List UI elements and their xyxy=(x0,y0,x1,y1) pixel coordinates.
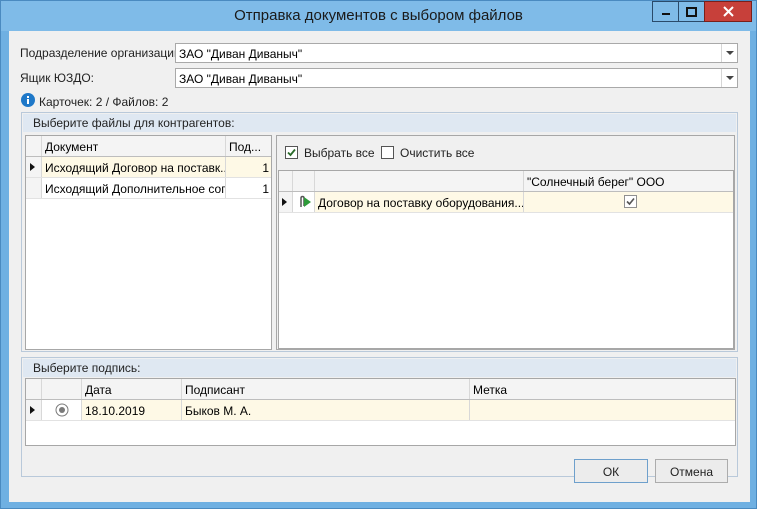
signature-row[interactable]: 18.10.2019 Быков М. А. xyxy=(26,400,735,421)
file-name: Договор на поставку оборудования.... xyxy=(315,192,524,212)
documents-grid[interactable]: Документ Под... Исходящий Договор на пос… xyxy=(25,135,272,350)
clear-all-checkbox[interactable] xyxy=(381,146,394,159)
row-pointer-icon xyxy=(30,406,35,414)
row-pointer xyxy=(279,192,293,212)
document-name: Исходящий Дополнительное сог... xyxy=(42,178,226,198)
files-group-title: Выберите файлы для контрагентов: xyxy=(23,114,736,132)
title-bar[interactable]: Отправка документов с выбором файлов xyxy=(1,1,756,31)
column-header-icon xyxy=(293,171,315,191)
column-header-file xyxy=(315,171,524,191)
row-pointer-icon xyxy=(30,163,35,171)
column-header-count[interactable]: Под... xyxy=(226,136,271,156)
maximize-button[interactable] xyxy=(678,1,705,22)
document-count: 1 xyxy=(262,182,269,196)
files-pane: Выбрать все Очистить все "Солнечный бере… xyxy=(276,135,735,350)
mailbox-label: Ящик ЮЗДО: xyxy=(20,71,94,85)
file-row[interactable]: Договор на поставку оборудования.... xyxy=(279,192,733,213)
contractor-file-checkbox[interactable] xyxy=(624,195,637,208)
column-header-date[interactable]: Дата xyxy=(82,379,182,399)
minimize-icon xyxy=(661,12,670,15)
signature-signer: Быков М. А. xyxy=(182,400,470,420)
department-value: ЗАО "Диван Диваныч" xyxy=(179,47,303,61)
column-header-signer[interactable]: Подписант xyxy=(182,379,470,399)
maximize-icon xyxy=(686,6,697,17)
document-count: 1 xyxy=(226,157,271,177)
column-header-mark[interactable]: Метка xyxy=(470,379,735,399)
dropdown-arrow-icon xyxy=(725,75,734,80)
files-grid[interactable]: "Солнечный берег" ООО Договор на поставк… xyxy=(278,170,734,349)
department-combo[interactable]: ЗАО "Диван Диваныч" xyxy=(175,43,738,63)
document-row[interactable]: Исходящий Договор на поставк... 1 xyxy=(26,157,271,178)
checkmark-icon xyxy=(626,197,635,206)
close-button[interactable] xyxy=(704,1,752,22)
mailbox-combo[interactable]: ЗАО "Диван Диваныч" xyxy=(175,68,738,88)
contractor-file-cell[interactable] xyxy=(524,192,733,212)
document-row[interactable]: Исходящий Дополнительное сог... 1 xyxy=(26,178,271,199)
files-header: "Солнечный берег" ООО xyxy=(279,171,733,192)
signature-header: Дата Подписант Метка xyxy=(26,379,735,400)
department-dropdown-button[interactable] xyxy=(721,44,737,62)
ok-button[interactable]: ОК xyxy=(574,459,648,483)
attachment-icon xyxy=(300,195,311,207)
signature-group-title: Выберите подпись: xyxy=(23,359,736,377)
dialog-content: Подразделение организации: ЗАО "Диван Ди… xyxy=(9,31,750,502)
signature-radio-cell[interactable] xyxy=(42,400,82,420)
clear-all-label[interactable]: Очистить все xyxy=(400,146,474,160)
select-all-checkbox[interactable] xyxy=(285,146,298,159)
row-pointer xyxy=(26,400,42,420)
checkmark-icon xyxy=(287,148,296,157)
row-pointer-icon xyxy=(282,198,287,206)
files-group: Выберите файлы для контрагентов: Докумен… xyxy=(21,112,738,352)
dialog-window: Отправка документов с выбором файлов Под… xyxy=(0,0,757,509)
close-icon xyxy=(722,6,734,17)
department-label: Подразделение организации: xyxy=(20,46,185,60)
column-header-document[interactable]: Документ xyxy=(42,136,226,156)
radio-icon[interactable] xyxy=(55,403,69,417)
dropdown-arrow-icon xyxy=(725,50,734,55)
row-pointer xyxy=(26,157,42,177)
document-name: Исходящий Договор на поставк... xyxy=(42,157,226,177)
signature-grid[interactable]: Дата Подписант Метка 18.10.2019 Быков М.… xyxy=(25,378,736,446)
signature-date: 18.10.2019 xyxy=(82,400,182,420)
file-icon-cell xyxy=(293,192,315,212)
info-icon xyxy=(21,93,35,107)
window-title: Отправка документов с выбором файлов xyxy=(234,7,523,24)
mailbox-dropdown-button[interactable] xyxy=(721,69,737,87)
cancel-button[interactable]: Отмена xyxy=(655,459,728,483)
documents-header: Документ Под... xyxy=(26,136,271,157)
info-text: Карточек: 2 / Файлов: 2 xyxy=(39,95,169,109)
column-header-contractor[interactable]: "Солнечный берег" ООО xyxy=(524,171,733,191)
select-all-label[interactable]: Выбрать все xyxy=(304,146,375,160)
column-header-select xyxy=(42,379,82,399)
mailbox-value: ЗАО "Диван Диваныч" xyxy=(179,72,303,86)
minimize-button[interactable] xyxy=(652,1,679,22)
signature-mark xyxy=(470,400,735,420)
